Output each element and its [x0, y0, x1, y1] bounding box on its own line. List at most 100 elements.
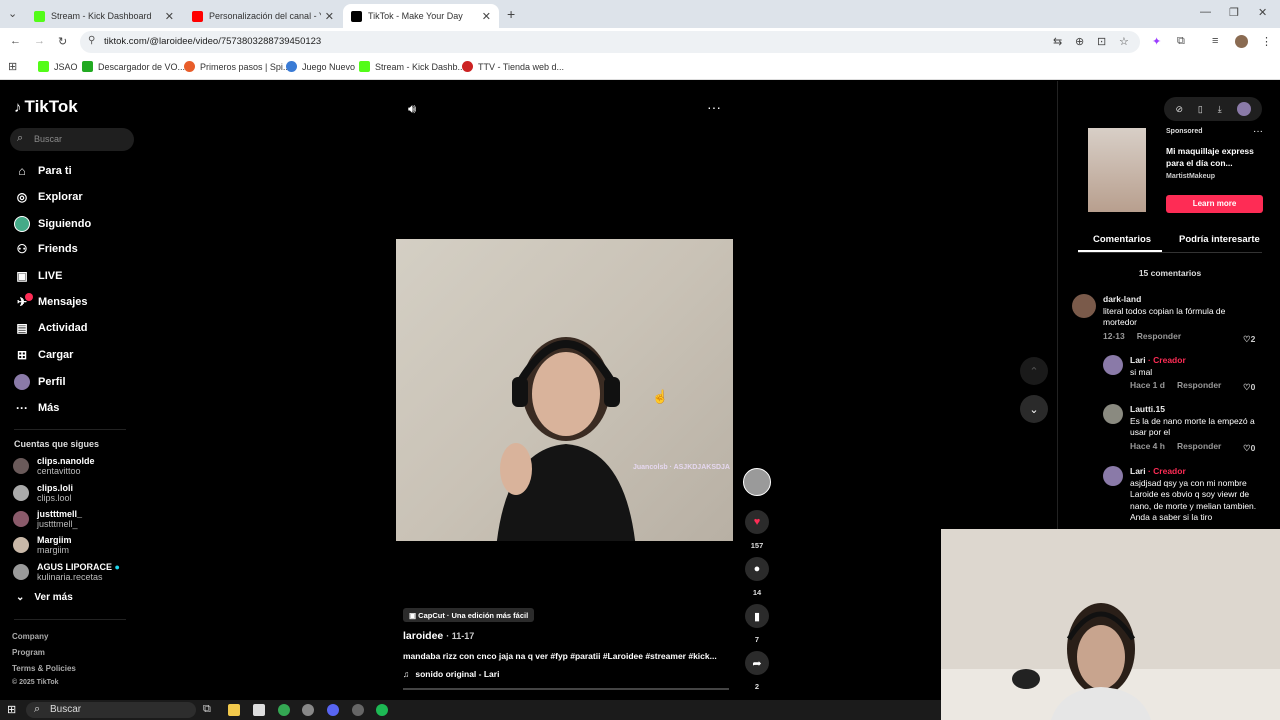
bookmark-item[interactable]: Stream - Kick Dashb... [359, 61, 465, 72]
zoom-icon[interactable]: ⊕ [1075, 35, 1084, 48]
windows-start-icon[interactable]: ⊞ [7, 703, 16, 716]
ad-thumbnail[interactable] [1088, 128, 1146, 212]
apps-grid-icon[interactable]: ⊞ [8, 60, 17, 73]
learn-more-button[interactable]: Learn more [1166, 195, 1263, 213]
commenter-avatar[interactable] [1103, 404, 1123, 424]
nav-perfil[interactable]: Perfil [14, 374, 66, 390]
tab-search-icon[interactable]: ⌄ [8, 7, 17, 20]
save-button[interactable]: ▮ [745, 604, 769, 628]
back-icon[interactable]: ← [10, 35, 21, 47]
comment-like-button[interactable]: ♡0 [1243, 443, 1255, 455]
discord-icon[interactable] [327, 704, 339, 716]
like-button[interactable]: ♥ [745, 510, 769, 534]
reply-button[interactable]: Responder [1137, 331, 1181, 341]
video-caption[interactable]: mandaba rizz con cnco jaja na q ver #fyp… [403, 651, 717, 661]
bookmark-item[interactable]: Descargador de VO... [82, 61, 185, 72]
sound-link[interactable]: ♫ sonido original - Lari [403, 669, 499, 679]
nav-live[interactable]: ▣ LIVE [14, 269, 62, 283]
task-view-icon[interactable]: ⧉ [203, 703, 211, 716]
settings-icon[interactable] [302, 704, 314, 716]
commenter-avatar[interactable] [1103, 355, 1123, 375]
commenter-name[interactable]: Lari [1130, 355, 1146, 365]
creator-avatar[interactable] [743, 468, 771, 496]
nav-friends[interactable]: ⚇ Friends [14, 242, 78, 256]
footer-program[interactable]: Program [12, 648, 45, 657]
close-tab-icon[interactable]: ✕ [325, 10, 334, 23]
ad-more-icon[interactable]: ··· [1253, 126, 1263, 137]
commenter-avatar[interactable] [1103, 466, 1123, 486]
comment-like-button[interactable]: ♡0 [1243, 382, 1255, 394]
share-button[interactable]: ➦ [745, 651, 769, 675]
next-video-button[interactable]: ⌄ [1020, 395, 1048, 423]
tiktok-logo[interactable]: ♪ TikTok [14, 97, 78, 117]
commenter-avatar[interactable] [1072, 294, 1096, 318]
comment-like-button[interactable]: ♡2 [1243, 334, 1255, 346]
bookmark-item[interactable]: Primeros pasos | Spi... [184, 61, 290, 72]
user-avatar[interactable] [1236, 102, 1251, 116]
capcut-tag[interactable]: ▣ CapCut · Una edición más fácil [403, 608, 535, 622]
video-author[interactable]: laroidee · 11-17 [403, 630, 474, 642]
obs-icon[interactable] [352, 704, 364, 716]
nav-explorar[interactable]: ◎ Explorar [14, 190, 83, 204]
forward-icon[interactable]: → [34, 35, 45, 47]
device-icon[interactable]: ▯ [1198, 104, 1203, 115]
install-icon[interactable]: ⊡ [1097, 35, 1106, 48]
tab-tiktok[interactable]: TikTok - Make Your Day ✕ [343, 4, 499, 28]
commenter-name[interactable]: Lari [1130, 466, 1146, 476]
extension-icon[interactable]: ✦ [1152, 35, 1161, 48]
comment-button[interactable]: ● [745, 557, 769, 581]
restore-icon[interactable]: ❐ [1229, 6, 1239, 19]
followed-account[interactable]: clips.nanolde centavittoo [13, 456, 95, 476]
ad-title[interactable]: Mi maquillaje express para el día con... [1166, 145, 1258, 169]
footer-terms[interactable]: Terms & Policies [12, 664, 76, 673]
close-tab-icon[interactable]: ✕ [165, 10, 174, 23]
nav-para-ti[interactable]: ⌂ Para ti [14, 164, 71, 178]
close-tab-icon[interactable]: ✕ [482, 10, 491, 23]
nav-actividad[interactable]: ▤ Actividad [14, 321, 87, 335]
see-more-button[interactable]: ⌄ Ver más [16, 592, 73, 603]
chrome-icon[interactable] [278, 704, 290, 716]
site-info-icon[interactable]: ⚲ [88, 35, 95, 46]
extensions-puzzle-icon[interactable]: ⧉ [1177, 35, 1185, 48]
followed-account[interactable]: AGUS LIPORACE ● kulinaria.recetas [13, 562, 120, 582]
commenter-name[interactable]: dark-land [1103, 294, 1253, 306]
taskbar-search[interactable]: ⌕ Buscar [26, 702, 196, 718]
followed-account[interactable]: justttmell_ justttmell_ [13, 509, 82, 529]
footer-company[interactable]: Company [12, 632, 48, 641]
store-icon[interactable] [253, 704, 265, 716]
reload-icon[interactable]: ↻ [58, 35, 67, 48]
tab-kick-dashboard[interactable]: Stream - Kick Dashboard ✕ [26, 4, 182, 28]
commenter-name[interactable]: Lautti.15 [1130, 404, 1260, 416]
tab-comentarios[interactable]: Comentarios [1093, 234, 1151, 245]
video-progress-bar[interactable] [403, 688, 729, 690]
reply-button[interactable]: Responder [1177, 380, 1221, 390]
nav-mas[interactable]: ··· Más [14, 401, 59, 415]
new-tab-icon[interactable]: + [507, 6, 515, 22]
minimize-icon[interactable]: — [1200, 6, 1211, 18]
download-icon[interactable]: ⤓ [1218, 104, 1222, 115]
close-window-icon[interactable]: ✕ [1258, 6, 1267, 19]
search-input[interactable]: ⌕ Buscar [10, 128, 134, 151]
spotify-icon[interactable] [376, 704, 388, 716]
previous-video-button[interactable]: ⌃ [1020, 357, 1048, 385]
reading-list-icon[interactable]: ≡ [1212, 35, 1218, 47]
followed-account[interactable]: clips.loli clips.lool [13, 483, 73, 503]
file-explorer-icon[interactable] [228, 704, 240, 716]
compass-icon[interactable]: ⊘ [1175, 104, 1183, 115]
reply-button[interactable]: Responder [1177, 441, 1221, 451]
bookmark-item[interactable]: JSAO [38, 61, 78, 72]
nav-cargar[interactable]: ⊞ Cargar [14, 348, 74, 362]
video-player[interactable]: Juancolsb · ASJKDJAKSDJA [396, 239, 733, 541]
nav-siguiendo[interactable]: Siguiendo [14, 216, 91, 232]
tab-podria-interesarte[interactable]: Podría interesarte [1179, 234, 1260, 245]
bookmark-item[interactable]: TTV - Tienda web d... [462, 61, 564, 72]
followed-account[interactable]: Margiim margiim [13, 535, 72, 555]
more-options-icon[interactable]: ··· [707, 99, 721, 115]
tab-youtube-channel[interactable]: Personalización del canal - You ✕ [184, 4, 342, 28]
bookmark-star-icon[interactable]: ☆ [1119, 35, 1129, 48]
translate-icon[interactable]: ⇆ [1053, 35, 1062, 48]
address-bar[interactable]: ⚲ tiktok.com/@laroidee/video/75738032887… [80, 31, 1140, 53]
menu-dots-icon[interactable]: ⋮ [1261, 35, 1272, 48]
profile-avatar-icon[interactable] [1235, 35, 1248, 48]
bookmark-item[interactable]: Juego Nuevo [286, 61, 355, 72]
